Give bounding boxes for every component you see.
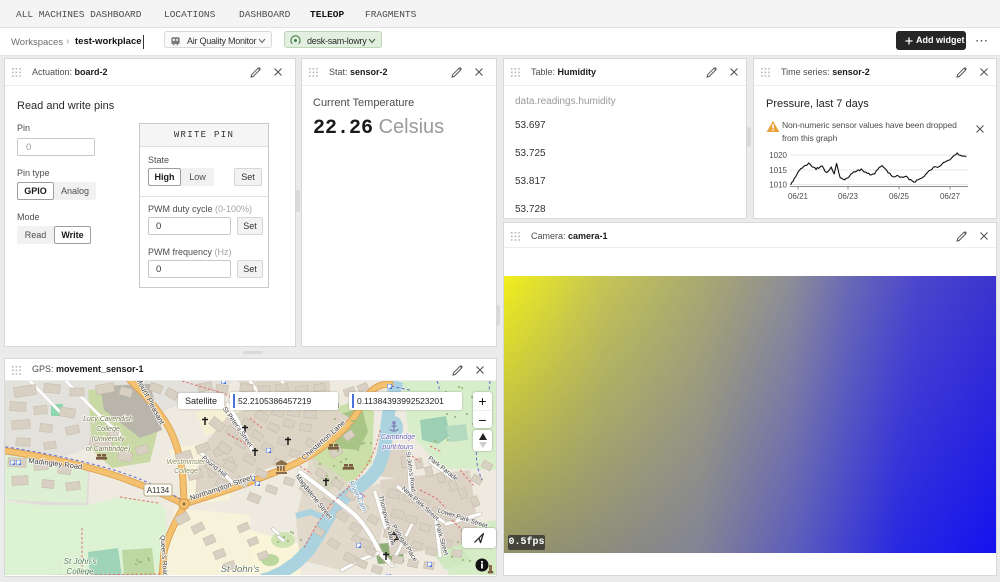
svg-text:St John's: St John's	[64, 557, 97, 566]
svg-text:College: College	[174, 468, 198, 475]
svg-text:P: P	[11, 460, 14, 465]
svg-text:Cambridge: Cambridge	[381, 434, 415, 441]
svg-text:P: P	[428, 562, 431, 567]
svg-text:P: P	[387, 574, 390, 575]
svg-text:College: College	[96, 426, 120, 433]
svg-text:1010: 1010	[769, 181, 787, 190]
svg-text:1015: 1015	[769, 166, 787, 175]
svg-text:A1134: A1134	[147, 486, 170, 495]
svg-text:1020: 1020	[769, 151, 787, 160]
svg-text:06/27: 06/27	[940, 192, 961, 201]
svg-text:P: P	[267, 448, 270, 453]
svg-text:Westminster: Westminster	[167, 459, 206, 466]
svg-text:College: College	[66, 567, 94, 575]
svg-text:06/21: 06/21	[788, 192, 809, 201]
svg-text:06/25: 06/25	[889, 192, 910, 201]
svg-text:punt tours: punt tours	[381, 444, 414, 451]
svg-text:Lucy Cavendish: Lucy Cavendish	[83, 416, 133, 423]
svg-text:06/23: 06/23	[838, 192, 859, 201]
svg-text:St John's: St John's	[221, 564, 260, 575]
svg-text:P: P	[17, 460, 20, 465]
svg-text:P: P	[357, 543, 360, 548]
svg-text:P: P	[388, 384, 391, 389]
svg-text:P: P	[256, 481, 259, 486]
svg-text:of Cambridge): of Cambridge)	[86, 446, 130, 453]
svg-text:P: P	[222, 381, 225, 384]
svg-text:(University: (University	[91, 436, 125, 443]
